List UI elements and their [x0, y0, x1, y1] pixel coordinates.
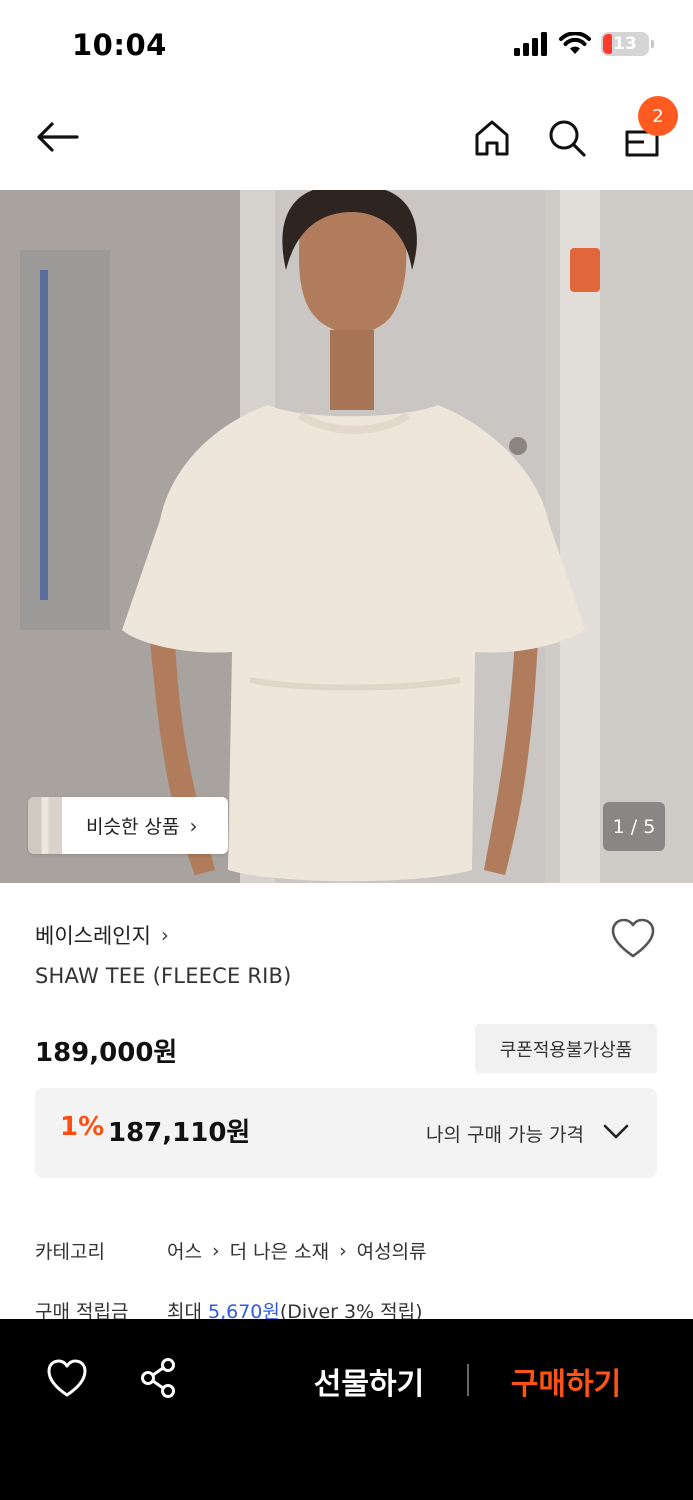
chevron-right-icon: › [211, 1239, 220, 1262]
category-row: 카테고리 어스 › 더 나은 소재 › 여성의류 [35, 1237, 427, 1264]
home-button[interactable] [466, 112, 518, 164]
wifi-icon [559, 32, 591, 54]
share-button[interactable] [138, 1357, 180, 1399]
similar-thumbnail [28, 797, 64, 854]
product-price: 189,000원 [35, 1038, 178, 1068]
gift-button[interactable]: 선물하기 [290, 1359, 448, 1403]
button-divider [467, 1364, 469, 1396]
image-page-indicator: 1 / 5 [603, 802, 665, 851]
category-crumb[interactable]: 여성의류 [357, 1237, 427, 1264]
chevron-right-icon: › [160, 923, 169, 947]
top-navbar [0, 90, 693, 190]
category-breadcrumb: 어스 › 더 나은 소재 › 여성의류 [167, 1237, 427, 1264]
status-icons: 13 [513, 32, 654, 56]
similar-products-button[interactable]: 비슷한 상품 › [28, 797, 228, 854]
back-arrow-icon [37, 122, 79, 152]
my-price-value: 187,110원 [108, 1118, 251, 1148]
bottom-action-bar: 선물하기 구매하기 [0, 1319, 693, 1500]
status-time: 10:04 [72, 28, 167, 62]
back-button[interactable] [30, 112, 84, 162]
brand-name: 베이스레인지 [35, 924, 151, 948]
chevron-right-icon: › [339, 1239, 347, 1262]
heart-icon [611, 918, 655, 958]
wishlist-button[interactable] [610, 918, 656, 960]
cart-count-badge: 2 [638, 96, 678, 136]
home-icon [475, 120, 509, 156]
coupon-unavailable-tag: 쿠폰적용불가상품 [475, 1024, 657, 1073]
share-icon [141, 1358, 175, 1398]
battery-icon: 13 [601, 32, 654, 56]
chevron-right-icon: › [189, 813, 198, 838]
signal-icon [514, 32, 547, 56]
my-price-dropdown[interactable]: 1% 187,110원 나의 구매 가능 가격 [35, 1088, 657, 1178]
similar-products-label: 비슷한 상품 [86, 816, 180, 838]
my-price-label: 나의 구매 가능 가격 [426, 1124, 584, 1146]
product-name: SHAW TEE (FLEECE RIB) [35, 964, 292, 988]
bottom-wishlist-button[interactable] [46, 1359, 88, 1399]
discount-rate: 1% [60, 1112, 105, 1142]
product-image[interactable] [0, 190, 693, 883]
search-button[interactable] [541, 112, 593, 164]
battery-level: 13 [613, 34, 637, 54]
status-bar: 10:04 13 [0, 0, 693, 90]
search-icon [549, 120, 586, 157]
category-crumb[interactable]: 어스 [167, 1237, 202, 1264]
chevron-down-icon [603, 1124, 629, 1139]
category-crumb[interactable]: 더 나은 소재 [230, 1237, 329, 1264]
heart-icon [47, 1359, 87, 1397]
brand-link[interactable]: 베이스레인지 › [35, 920, 169, 950]
category-key: 카테고리 [35, 1241, 105, 1263]
model-photo [0, 190, 693, 883]
buy-button[interactable]: 구매하기 [490, 1359, 642, 1403]
